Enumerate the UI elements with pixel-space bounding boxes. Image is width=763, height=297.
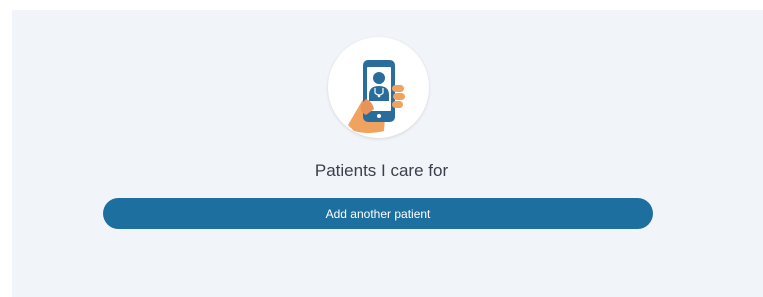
add-another-patient-button[interactable]: Add another patient (103, 198, 653, 229)
page-title: Patients I care for (314, 161, 449, 180)
phone-in-hand-doctor-icon (348, 60, 405, 133)
hero-icon-container (328, 37, 429, 138)
